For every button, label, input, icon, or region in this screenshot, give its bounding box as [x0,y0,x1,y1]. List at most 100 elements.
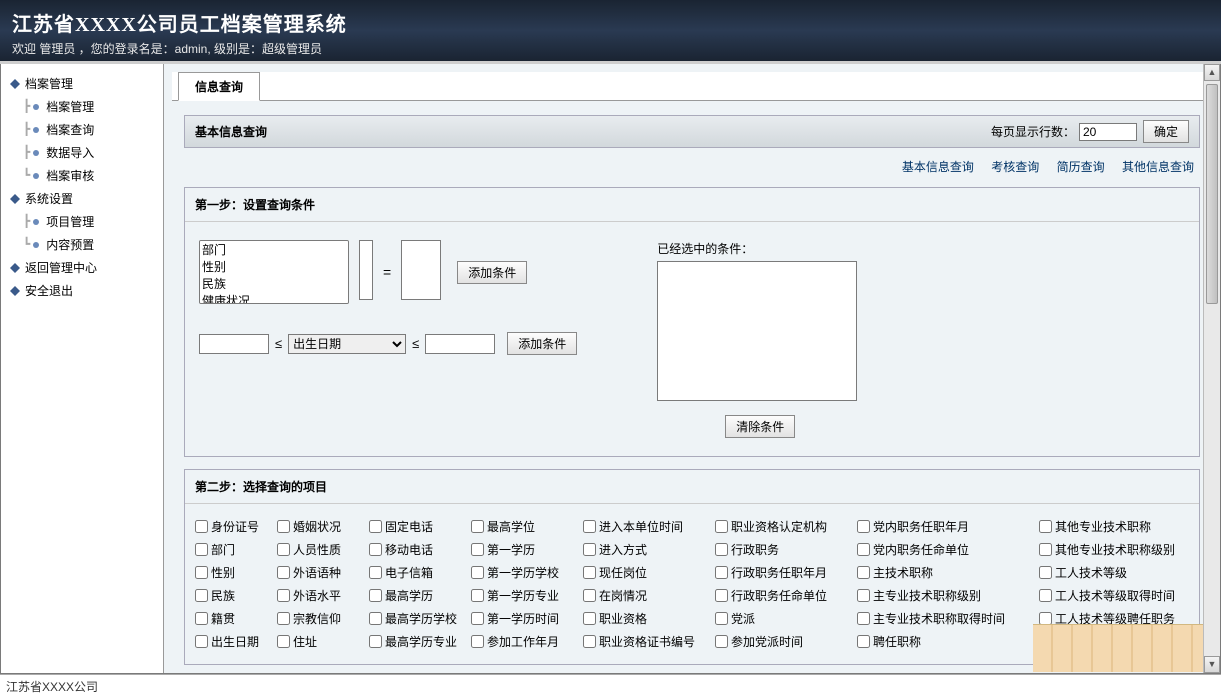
chk-item[interactable]: 最高学历学校 [369,610,469,627]
nav-system-group[interactable]: 系统设置 [9,187,163,210]
chk-item[interactable]: 参加工作年月 [471,633,581,650]
chk-item[interactable]: 籍贯 [195,610,275,627]
confirm-button[interactable]: 确定 [1143,120,1189,143]
rows-per-page-input[interactable] [1079,123,1137,141]
chk-item[interactable]: 出生日期 [195,633,275,650]
chk-item[interactable]: 工人技术等级 [1039,564,1209,581]
chk-item[interactable]: 电子信箱 [369,564,469,581]
chk-item[interactable]: 职业资格证书编号 [583,633,713,650]
chk-item[interactable]: 外语语种 [277,564,367,581]
checkbox[interactable] [583,612,596,625]
nav-project-manage[interactable]: ┣项目管理 [9,210,163,233]
checkbox[interactable] [369,520,382,533]
chk-item[interactable]: 第一学历学校 [471,564,581,581]
range-field-select[interactable]: 出生日期 [288,334,406,354]
field-option[interactable]: 民族 [200,275,348,292]
checkbox[interactable] [471,589,484,602]
operator-input[interactable] [359,240,373,300]
checkbox[interactable] [195,635,208,648]
selected-conditions-area[interactable] [657,261,857,401]
nav-archive-query[interactable]: ┣档案查询 [9,118,163,141]
checkbox[interactable] [277,520,290,533]
checkbox[interactable] [277,635,290,648]
checkbox[interactable] [857,589,870,602]
chk-item[interactable]: 党内职务任职年月 [857,518,1037,535]
checkbox[interactable] [1039,520,1052,533]
checkbox[interactable] [369,612,382,625]
chk-item[interactable]: 党派 [715,610,855,627]
checkbox[interactable] [369,589,382,602]
vertical-scrollbar[interactable]: ▲ ▼ [1203,64,1220,673]
checkbox[interactable] [471,635,484,648]
checkbox[interactable] [857,520,870,533]
scroll-up-arrow-icon[interactable]: ▲ [1204,64,1220,81]
checkbox[interactable] [471,566,484,579]
checkbox[interactable] [715,635,728,648]
nav-archive-manage[interactable]: ┣档案管理 [9,95,163,118]
checkbox[interactable] [369,566,382,579]
checkbox[interactable] [857,566,870,579]
chk-item[interactable]: 人员性质 [277,541,367,558]
checkbox[interactable] [195,612,208,625]
chk-item[interactable]: 外语水平 [277,587,367,604]
chk-item[interactable]: 身份证号 [195,518,275,535]
chk-item[interactable]: 行政职务 [715,541,855,558]
chk-item[interactable]: 职业资格认定机构 [715,518,855,535]
checkbox[interactable] [857,612,870,625]
checkbox[interactable] [583,543,596,556]
checkbox[interactable] [471,612,484,625]
clear-conditions-button[interactable]: 清除条件 [725,415,795,438]
field-option[interactable]: 性别 [200,258,348,275]
chk-item[interactable]: 聘任职称 [857,633,1037,650]
nav-return-admin[interactable]: 返回管理中心 [9,256,163,279]
nav-logout[interactable]: 安全退出 [9,279,163,302]
checkbox[interactable] [195,543,208,556]
scroll-down-arrow-icon[interactable]: ▼ [1204,656,1220,673]
checkbox[interactable] [715,520,728,533]
chk-item[interactable]: 其他专业技术职称 [1039,518,1209,535]
tab-info-query[interactable]: 信息查询 [178,72,260,101]
chk-item[interactable]: 婚姻状况 [277,518,367,535]
checkbox[interactable] [277,589,290,602]
chk-item[interactable]: 主专业技术职称取得时间 [857,610,1037,627]
checkbox[interactable] [369,635,382,648]
link-basic-info[interactable]: 基本信息查询 [902,160,974,174]
range-to-input[interactable] [425,334,495,354]
add-range-condition-button[interactable]: 添加条件 [507,332,577,355]
checkbox[interactable] [277,566,290,579]
chk-item[interactable]: 最高学历 [369,587,469,604]
chk-item[interactable]: 党内职务任命单位 [857,541,1037,558]
field-option[interactable]: 部门 [200,241,348,258]
checkbox[interactable] [277,612,290,625]
chk-item[interactable]: 参加党派时间 [715,633,855,650]
checkbox[interactable] [1039,543,1052,556]
link-resume[interactable]: 简历查询 [1057,160,1105,174]
checkbox[interactable] [583,566,596,579]
checkbox[interactable] [1039,589,1052,602]
chk-item[interactable]: 主专业技术职称级别 [857,587,1037,604]
checkbox[interactable] [583,520,596,533]
chk-item[interactable]: 最高学历专业 [369,633,469,650]
field-select-list[interactable]: 部门 性别 民族 健康状况 [199,240,349,304]
chk-item[interactable]: 最高学位 [471,518,581,535]
checkbox[interactable] [471,520,484,533]
value-input[interactable] [401,240,441,300]
checkbox[interactable] [715,612,728,625]
chk-item[interactable]: 现任岗位 [583,564,713,581]
chk-item[interactable]: 进入本单位时间 [583,518,713,535]
checkbox[interactable] [195,520,208,533]
checkbox[interactable] [857,635,870,648]
chk-item[interactable]: 进入方式 [583,541,713,558]
chk-item[interactable]: 住址 [277,633,367,650]
checkbox[interactable] [471,543,484,556]
nav-archive-review[interactable]: ┗档案审核 [9,164,163,187]
chk-item[interactable]: 移动电话 [369,541,469,558]
range-from-input[interactable] [199,334,269,354]
checkbox[interactable] [857,543,870,556]
link-other-info[interactable]: 其他信息查询 [1122,160,1194,174]
checkbox[interactable] [195,566,208,579]
checkbox[interactable] [715,589,728,602]
checkbox[interactable] [195,589,208,602]
chk-item[interactable]: 性别 [195,564,275,581]
link-assessment[interactable]: 考核查询 [991,160,1039,174]
